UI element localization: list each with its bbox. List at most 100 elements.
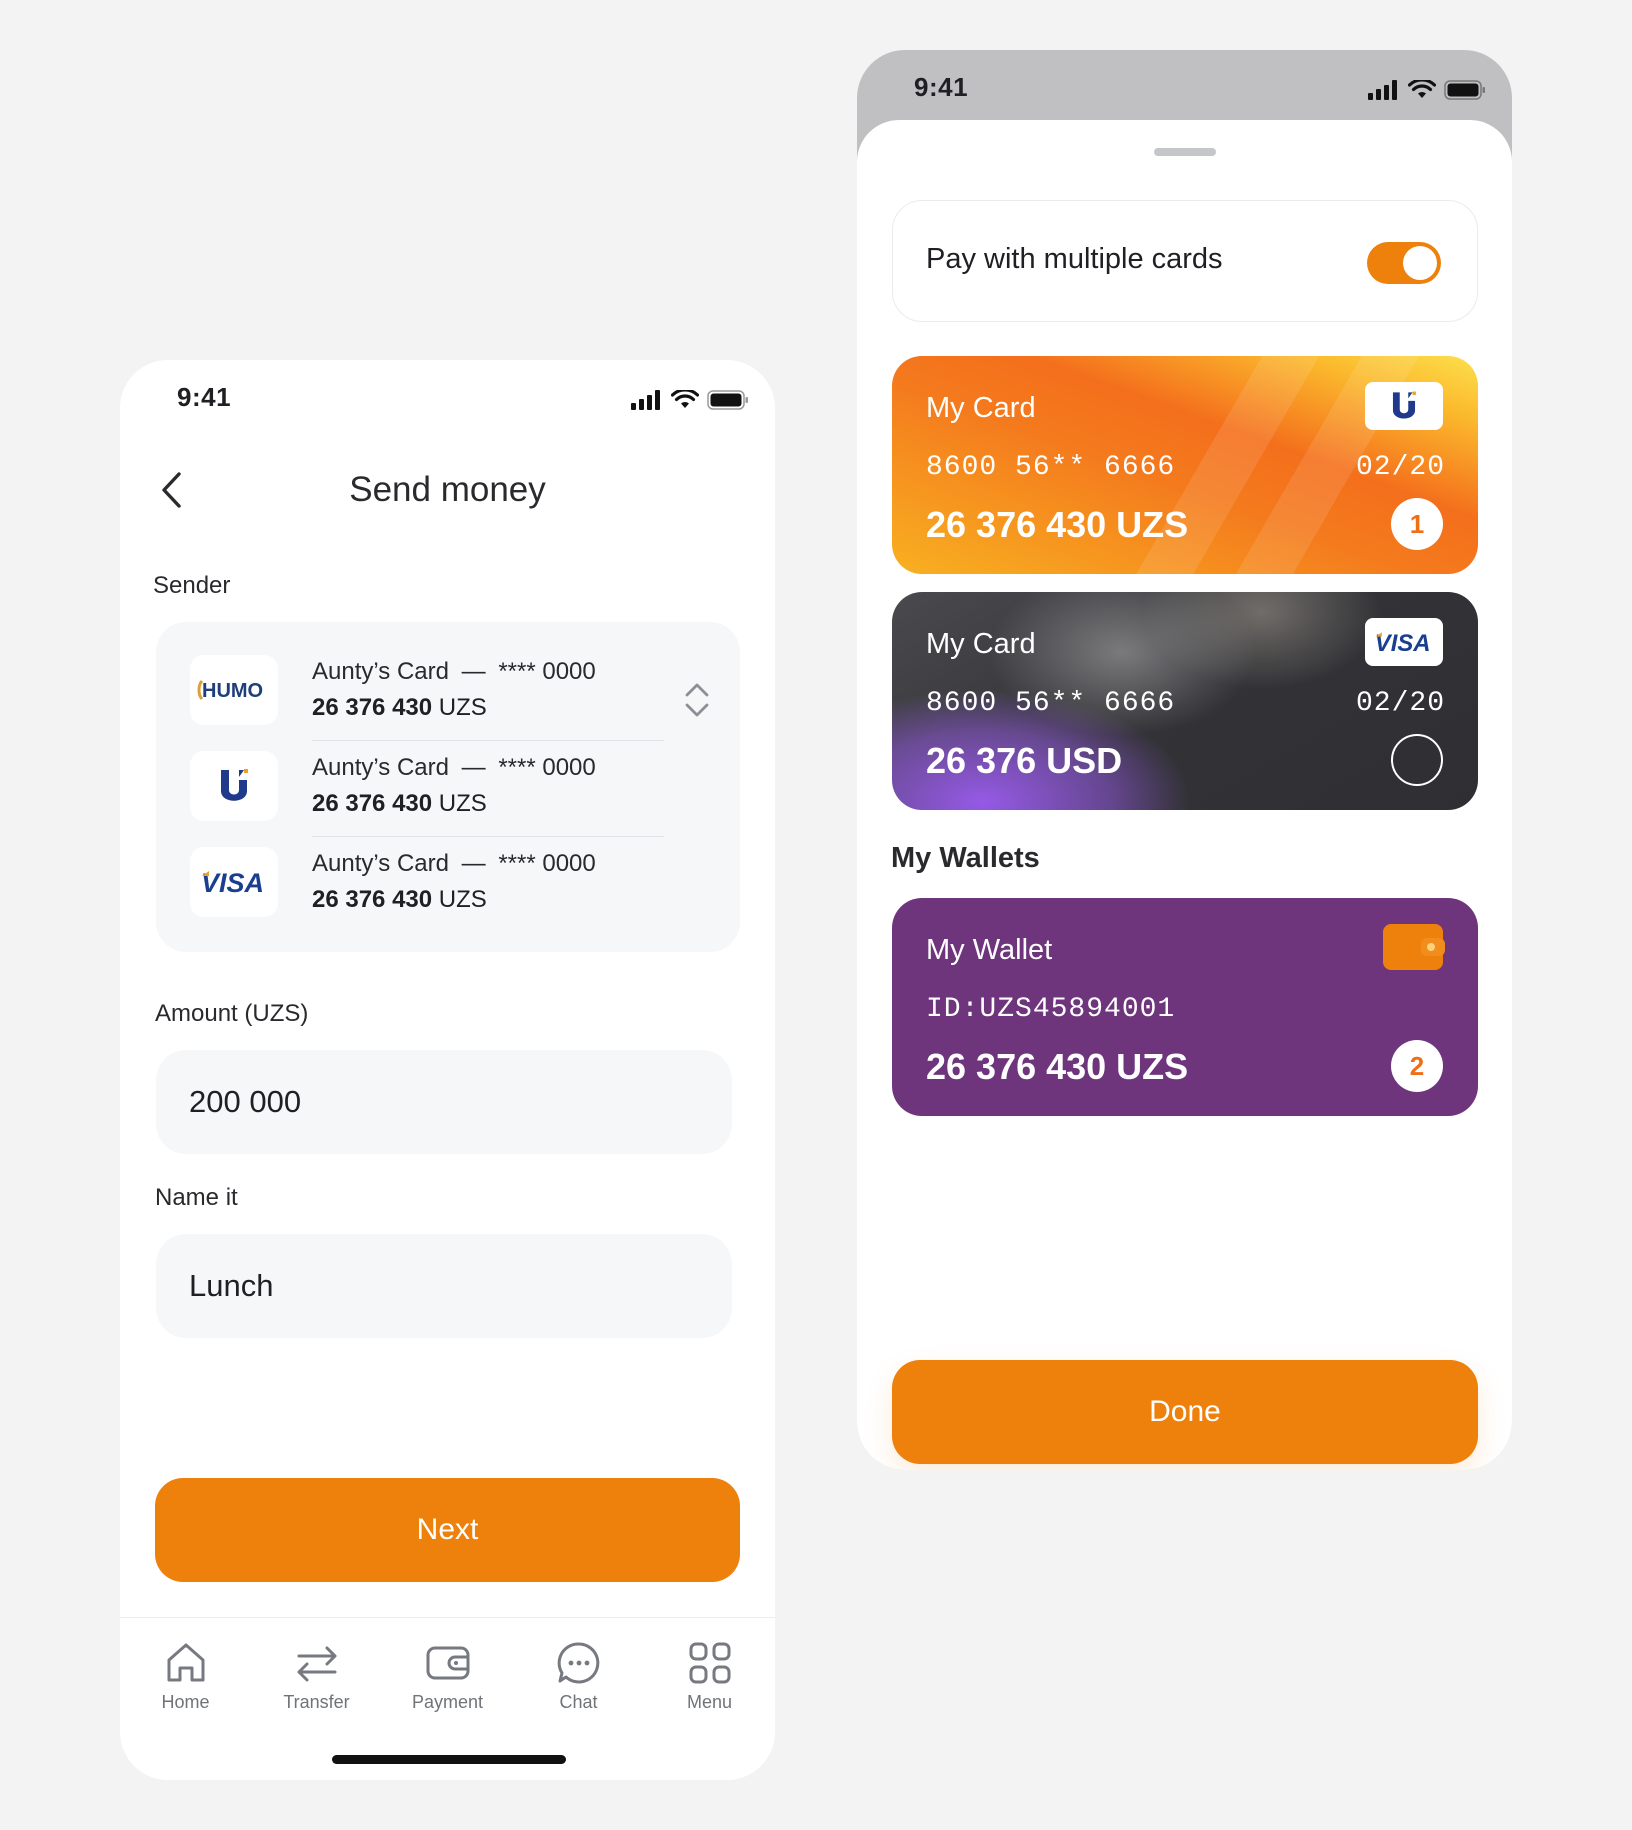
card-name-line: Aunty’s Card — **** 0000 xyxy=(312,850,596,878)
name-input[interactable] xyxy=(156,1234,732,1338)
tab-label: Home xyxy=(161,1692,210,1712)
card-info: Aunty’s Card — **** 0000 26 376 430 UZS xyxy=(312,658,596,722)
visa-logo-text: VISA xyxy=(1375,630,1431,655)
multi-card-toggle[interactable] xyxy=(1367,242,1441,284)
sender-label: Sender xyxy=(153,572,231,599)
card-currency: UZS xyxy=(438,694,487,721)
card-info: Aunty’s Card — **** 0000 26 376 430 UZS xyxy=(312,850,596,914)
selection-order-badge[interactable]: 1 xyxy=(1391,498,1443,550)
sender-card-option[interactable]: Aunty’s Card — **** 0000 26 376 430 UZS xyxy=(190,738,650,834)
battery-icon xyxy=(707,390,748,410)
tab-bar: Home Transfer Payment Chat Menu xyxy=(120,1617,775,1737)
card-balance: 26 376 430 UZS xyxy=(926,504,1189,545)
wallet-balance: 26 376 430 UZS xyxy=(926,1046,1189,1087)
amount-input[interactable] xyxy=(156,1050,732,1154)
tab-menu[interactable]: Menu xyxy=(644,1618,775,1737)
selection-radio[interactable] xyxy=(1391,734,1443,786)
card-name: Aunty’s Card xyxy=(312,658,449,685)
wifi-icon xyxy=(671,390,699,408)
status-bar: 9:41 xyxy=(857,50,1512,130)
card-balance: 26 376 430 xyxy=(312,886,433,913)
selection-order-badge[interactable]: 2 xyxy=(1391,1040,1443,1092)
wallet-icon xyxy=(426,1646,469,1680)
sender-card-option[interactable]: VISA Aunty’s Card — **** 0000 26 376 430… xyxy=(190,834,650,930)
tab-label: Menu xyxy=(686,1692,733,1712)
grid-icon xyxy=(689,1642,730,1684)
status-time: 9:41 xyxy=(914,72,969,102)
send-money-screen: 9:41 Send money Sender HUMO Aunty’s Card… xyxy=(120,360,775,1780)
card-selection-screen: 9:41 Pay with multiple cards My Card 860… xyxy=(857,50,1512,1470)
payment-card[interactable]: My Card 8600 56** 6666 02/20 26 376 430 … xyxy=(892,356,1478,574)
tab-home[interactable]: Home xyxy=(120,1618,251,1737)
chevron-up-down-icon[interactable] xyxy=(682,680,712,720)
tab-label: Transfer xyxy=(283,1692,350,1712)
wallet-id: ID:UZS45894001 xyxy=(926,994,1176,1025)
card-dash: — xyxy=(461,658,486,685)
card-masked-number: **** 0000 xyxy=(498,754,596,781)
toggle-knob xyxy=(1403,246,1437,280)
humo-logo: HUMO xyxy=(190,655,278,725)
wallet-title: My Wallet xyxy=(926,934,1053,966)
multi-card-label: Pay with multiple cards xyxy=(926,243,1223,275)
card-masked-number: **** 0000 xyxy=(498,850,596,877)
card-balance: 26 376 430 xyxy=(312,790,433,817)
card-dash: — xyxy=(461,850,486,877)
card-info: Aunty’s Card — **** 0000 26 376 430 UZS xyxy=(312,754,596,818)
uzcard-logo xyxy=(190,751,278,821)
card-expiry: 02/20 xyxy=(1355,452,1445,483)
done-button[interactable]: Done xyxy=(892,1360,1478,1464)
card-expiry: 02/20 xyxy=(1355,688,1445,719)
signal-icon xyxy=(631,390,660,410)
card-dash: — xyxy=(461,754,486,781)
card-balance-line: 26 376 430 UZS xyxy=(312,694,596,722)
card-currency: UZS xyxy=(438,790,487,817)
sheet-grabber[interactable] xyxy=(1154,148,1216,156)
amount-label: Amount (UZS) xyxy=(155,1000,309,1027)
card-masked-number: **** 0000 xyxy=(498,658,596,685)
tab-chat[interactable]: Chat xyxy=(513,1618,644,1737)
card-balance: 26 376 USD xyxy=(926,740,1123,781)
tab-transfer[interactable]: Transfer xyxy=(251,1618,382,1737)
multi-card-toggle-row: Pay with multiple cards xyxy=(892,200,1478,322)
tab-label: Payment xyxy=(411,1692,484,1712)
card-name: Aunty’s Card xyxy=(312,850,449,877)
signal-icon xyxy=(1368,80,1397,100)
next-button[interactable]: Next xyxy=(155,1478,740,1582)
card-currency: UZS xyxy=(438,886,487,913)
name-label: Name it xyxy=(155,1184,238,1211)
tab-label: Chat xyxy=(559,1692,598,1712)
visa-logo: VISA xyxy=(1365,618,1443,666)
status-icons xyxy=(631,390,749,410)
card-name-line: Aunty’s Card — **** 0000 xyxy=(312,658,596,686)
page-title: Send money xyxy=(349,470,546,509)
card-balance-line: 26 376 430 UZS xyxy=(312,790,596,818)
home-icon xyxy=(167,1643,204,1682)
transfer-icon xyxy=(297,1646,336,1682)
status-time: 9:41 xyxy=(177,382,232,412)
bottom-sheet: Pay with multiple cards My Card 8600 56*… xyxy=(857,120,1512,1470)
chat-icon xyxy=(557,1642,599,1684)
wallet-card[interactable]: My Wallet ID:UZS45894001 26 376 430 UZS … xyxy=(892,898,1478,1116)
home-indicator xyxy=(332,1755,566,1764)
tab-payment[interactable]: Payment xyxy=(382,1618,513,1737)
humo-logo-text: HUMO xyxy=(202,680,263,702)
card-balance-line: 26 376 430 UZS xyxy=(312,886,596,914)
sender-card-option[interactable]: HUMO Aunty’s Card — **** 0000 26 376 430… xyxy=(190,642,650,738)
card-title: My Card xyxy=(926,628,1036,660)
payment-card[interactable]: My Card VISA 8600 56** 6666 02/20 26 376… xyxy=(892,592,1478,810)
card-name: Aunty’s Card xyxy=(312,754,449,781)
visa-logo-text: VISA xyxy=(201,868,264,896)
card-number: 8600 56** 6666 xyxy=(926,452,1176,483)
card-balance: 26 376 430 xyxy=(312,694,433,721)
wallets-section-title: My Wallets xyxy=(891,842,1040,874)
card-number: 8600 56** 6666 xyxy=(926,688,1176,719)
card-title: My Card xyxy=(926,392,1036,424)
header: Send money xyxy=(120,450,775,530)
status-icons xyxy=(1368,80,1486,100)
wifi-icon xyxy=(1408,80,1436,98)
card-name-line: Aunty’s Card — **** 0000 xyxy=(312,754,596,782)
battery-icon xyxy=(1444,80,1485,100)
status-bar: 9:41 xyxy=(120,360,775,440)
sender-card-selector[interactable]: HUMO Aunty’s Card — **** 0000 26 376 430… xyxy=(156,622,740,952)
visa-logo: VISA xyxy=(190,847,278,917)
